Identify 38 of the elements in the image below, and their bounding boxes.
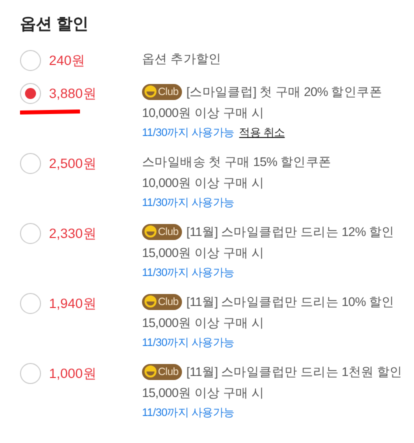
condition-text: 10,000원 이상 구매 시 — [142, 175, 266, 192]
condition-text: 10,000원 이상 구매 시 — [142, 105, 266, 122]
condition-text: 15,000원 이상 구매 시 — [142, 315, 266, 332]
radio-button[interactable] — [20, 50, 41, 71]
expiry-text: 11/30까지 사용가능 — [142, 196, 234, 211]
radio-button[interactable] — [20, 153, 41, 174]
expiry-text: 11/30까지 사용가능 — [142, 266, 234, 281]
discount-amount: 2,500원 — [49, 154, 97, 172]
discount-amount: 240원 — [49, 52, 86, 70]
coupon-name: Club [스마일클럽] 첫 구매 20% 할인쿠폰 — [142, 83, 414, 101]
expiry-text: 11/30까지 사용가능 — [142, 406, 234, 421]
radio-button[interactable] — [20, 293, 41, 314]
club-badge: Club — [142, 364, 182, 380]
discount-amount: 2,330원 — [49, 224, 97, 242]
coupon-name: 옵션 추가할인 — [142, 51, 222, 68]
cancel-link[interactable]: 적용 취소 — [239, 125, 285, 141]
club-badge: Club — [142, 224, 182, 240]
coupon-name: Club [11월] 스마일클럽만 드리는 1천원 할인 — [142, 363, 414, 381]
section-title: 옵션 할인 — [20, 15, 90, 35]
expiry-text: 11/30까지 사용가능 — [142, 126, 234, 141]
coupon-name: Club [11월] 스마일클럽만 드리는 10% 할인 — [142, 293, 414, 311]
club-badge: Club — [142, 294, 182, 310]
expiry-text: 11/30까지 사용가능 — [142, 336, 234, 351]
club-badge: Club — [142, 84, 182, 100]
smile-icon — [144, 365, 157, 378]
discount-amount: 3,880원 — [49, 84, 97, 102]
discount-amount: 1,000원 — [49, 364, 97, 382]
condition-text: 15,000원 이상 구매 시 — [142, 385, 266, 402]
smile-icon — [144, 85, 157, 98]
discount-amount: 1,940원 — [49, 294, 97, 312]
radio-button[interactable] — [20, 363, 41, 384]
radio-button[interactable] — [20, 223, 41, 244]
radio-button[interactable] — [20, 83, 41, 104]
coupon-name: 스마일배송 첫 구매 15% 할인쿠폰 — [142, 154, 332, 171]
smile-icon — [144, 225, 157, 238]
condition-text: 15,000원 이상 구매 시 — [142, 245, 266, 262]
coupon-name: Club [11월] 스마일클럽만 드리는 12% 할인 — [142, 223, 414, 241]
smile-icon — [144, 295, 157, 308]
